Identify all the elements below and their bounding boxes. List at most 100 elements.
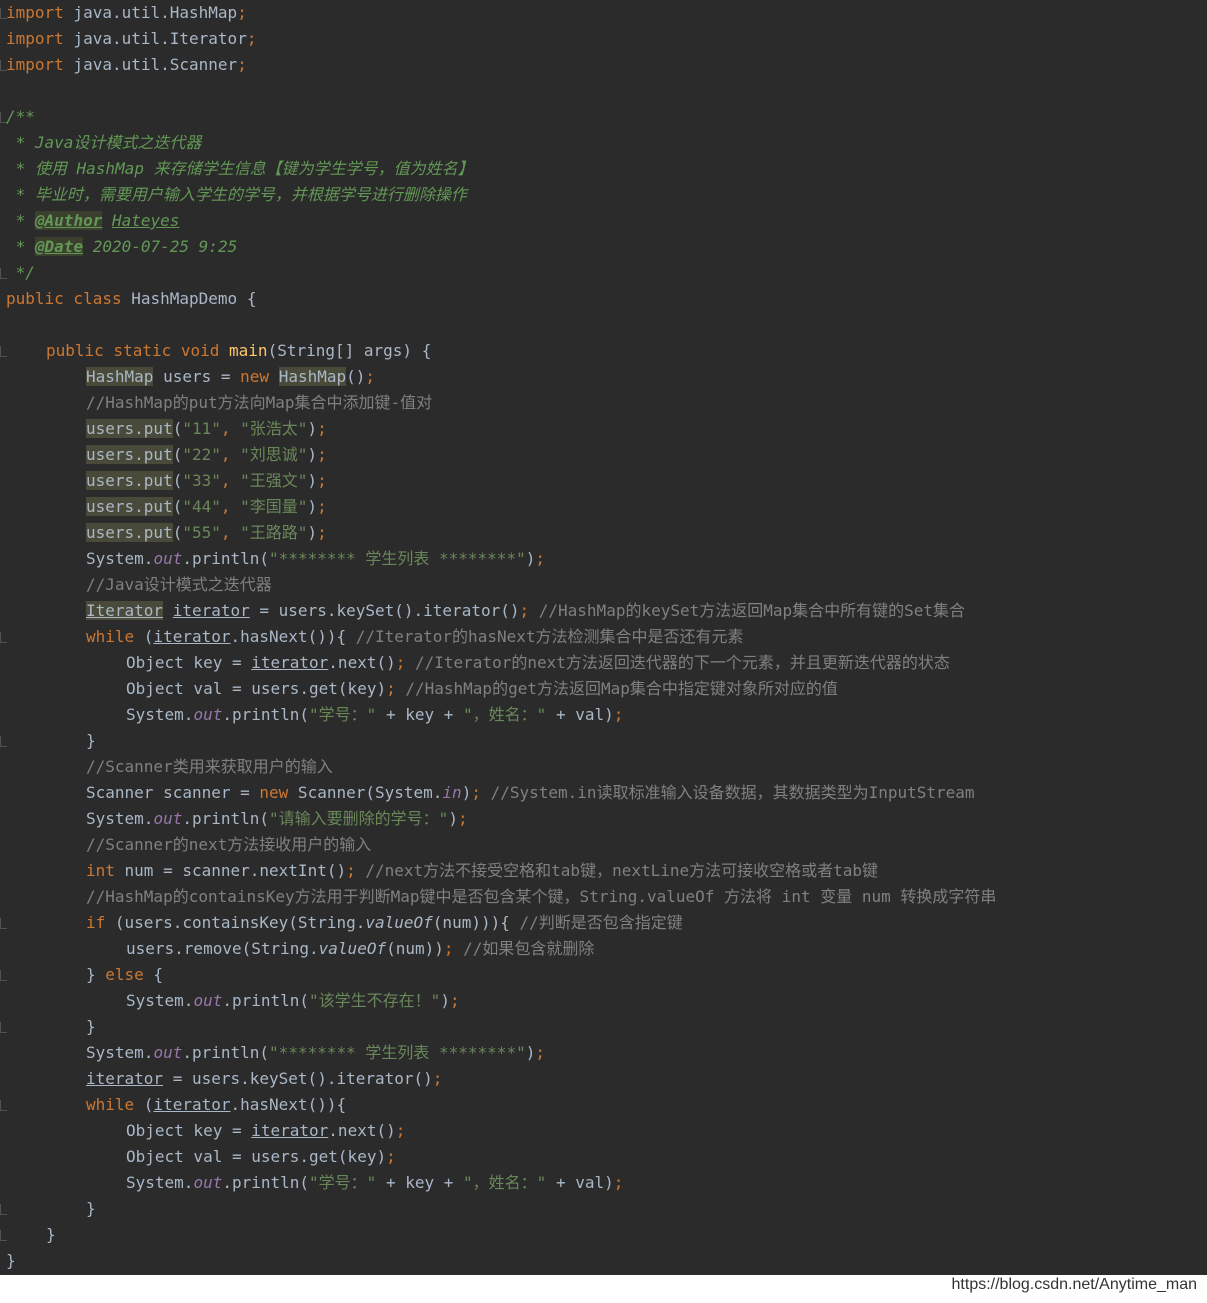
semicolon: ; bbox=[317, 497, 327, 516]
fold-icon[interactable] bbox=[0, 970, 7, 981]
fold-icon[interactable] bbox=[0, 1204, 7, 1215]
import-path: java.util.Iterator bbox=[63, 29, 247, 48]
string-literal: "11" bbox=[182, 419, 221, 438]
code-line: Scanner scanner = new Scanner(System.in)… bbox=[86, 780, 975, 806]
fold-icon[interactable] bbox=[0, 1022, 7, 1033]
code-text: Object key = bbox=[126, 653, 252, 672]
code-text: } bbox=[86, 965, 106, 984]
code-line: users.put("11", "张浩太"); bbox=[86, 419, 327, 438]
fold-icon[interactable] bbox=[0, 736, 7, 747]
semicolon: ; bbox=[346, 861, 356, 880]
code-line: Object val = users.get(key); bbox=[126, 1144, 396, 1170]
string-literal: "王路路" bbox=[240, 523, 308, 542]
doc-comment-line: * 使用 HashMap 来存储学生信息【键为学生学号，值为姓名】 bbox=[6, 159, 474, 178]
paren: ) bbox=[307, 523, 318, 542]
comma: , bbox=[220, 419, 241, 438]
comment-line: //Java设计模式之迭代器 bbox=[86, 575, 272, 594]
doc-date-value: 2020-07-25 9:25 bbox=[83, 237, 238, 256]
doc-comment-line: */ bbox=[6, 263, 35, 282]
fold-icon[interactable] bbox=[0, 918, 7, 929]
code-text: Object val = users.get(key) bbox=[126, 679, 387, 698]
comma: , bbox=[220, 523, 241, 542]
comment-line: //Scanner类用来获取用户的输入 bbox=[86, 757, 333, 776]
code-text: System. bbox=[86, 809, 154, 828]
keyword: new bbox=[240, 367, 270, 386]
fold-icon[interactable] bbox=[0, 1230, 7, 1241]
paren: ) bbox=[440, 991, 450, 1010]
code-text: Scanner scanner = bbox=[86, 783, 260, 802]
code-text: + val) bbox=[546, 1173, 614, 1192]
string-literal: "22" bbox=[182, 445, 221, 464]
code-line: System.out.println("请输入要删除的学号："); bbox=[86, 806, 468, 832]
code-text: ( bbox=[134, 627, 154, 646]
semicolon: ; bbox=[386, 1147, 396, 1166]
import-path: java.util.Scanner bbox=[63, 55, 238, 74]
keyword: import bbox=[6, 3, 64, 22]
string-literal: "******** 学生列表 ********" bbox=[269, 1043, 526, 1062]
call-expr: users.put bbox=[86, 523, 173, 542]
code-line: System.out.println("******** 学生列表 ******… bbox=[86, 546, 545, 572]
code-text: + key + bbox=[376, 1173, 464, 1192]
string-literal: "55" bbox=[182, 523, 221, 542]
code-line: while (iterator.hasNext()){ bbox=[86, 1092, 346, 1118]
string-literal: "学号：" bbox=[309, 705, 377, 724]
type-name: HashMap bbox=[278, 367, 347, 386]
code-editor[interactable]: import java.util.HashMap; import java.ut… bbox=[0, 0, 1207, 1275]
code-line: System.out.println("学号：" + key + "，姓名：" … bbox=[126, 702, 623, 728]
static-field: out bbox=[193, 1173, 223, 1192]
code-line: users.put("44", "李国量"); bbox=[86, 497, 327, 516]
code-text: Scanner(System. bbox=[288, 783, 443, 802]
semicolon: ; bbox=[535, 549, 545, 568]
method-signature: (String[] args) { bbox=[267, 341, 432, 360]
comment: //判断是否包含指定键 bbox=[509, 913, 683, 932]
fold-icon[interactable] bbox=[0, 632, 7, 643]
static-field: out bbox=[153, 809, 183, 828]
comment: //System.in读取标准输入设备数据，其数据类型为InputStream bbox=[480, 783, 975, 802]
static-field: out bbox=[193, 705, 223, 724]
doc-comment-line: * @Author Hateyes bbox=[6, 208, 179, 234]
code-line: } bbox=[6, 1251, 16, 1270]
doc-tag-author: @Author bbox=[34, 211, 103, 230]
semicolon: ; bbox=[519, 601, 530, 620]
call-expr: users.put bbox=[86, 445, 173, 464]
code-line: users.put("55", "王路路"); bbox=[86, 523, 327, 542]
semicolon: ; bbox=[432, 1069, 443, 1088]
code-text: = users.keySet().iterator() bbox=[249, 601, 520, 620]
variable: iterator bbox=[251, 1121, 329, 1140]
semicolon: ; bbox=[449, 991, 460, 1010]
semicolon: ; bbox=[237, 3, 247, 22]
comment: //HashMap的get方法返回Map集合中指定键对象所对应的值 bbox=[395, 679, 838, 698]
semicolon: ; bbox=[395, 653, 406, 672]
code-line: Object val = users.get(key); //HashMap的g… bbox=[126, 676, 838, 702]
keyword: if bbox=[86, 913, 106, 932]
code-line: while (iterator.hasNext()){ //Iterator的h… bbox=[86, 624, 744, 650]
doc-comment-line: * @Date 2020-07-25 9:25 bbox=[6, 234, 237, 260]
semicolon: ; bbox=[365, 367, 376, 386]
static-field: out bbox=[193, 991, 223, 1010]
code-text: ) bbox=[461, 783, 472, 802]
code-text: (users.containsKey(String. bbox=[105, 913, 366, 932]
class-name: HashMapDemo { bbox=[121, 289, 257, 308]
code-line: int num = scanner.nextInt(); //next方法不接受… bbox=[86, 858, 878, 884]
keyword: int bbox=[86, 861, 115, 880]
keyword: while bbox=[86, 627, 135, 646]
comment: //next方法不接受空格和tab键，nextLine方法可接收空格或者tab键 bbox=[355, 861, 879, 880]
comment-line: //HashMap的containsKey方法用于判断Map键中是否包含某个键，… bbox=[86, 887, 997, 906]
code-line: Object key = iterator.next(); //Iterator… bbox=[126, 650, 950, 676]
code-text: System. bbox=[86, 549, 154, 568]
code-text: .println( bbox=[222, 1173, 310, 1192]
code-text: System. bbox=[126, 705, 194, 724]
string-literal: "刘思诚" bbox=[240, 445, 308, 464]
code-line: } bbox=[86, 1199, 96, 1218]
fold-icon[interactable] bbox=[0, 1100, 7, 1111]
fold-icon[interactable] bbox=[0, 346, 7, 357]
semicolon: ; bbox=[535, 1043, 545, 1062]
string-literal: "王强文" bbox=[240, 471, 308, 490]
code-line: System.out.println("学号：" + key + "，姓名：" … bbox=[126, 1170, 623, 1196]
comment: //如果包含就删除 bbox=[453, 939, 595, 958]
code-text: (num)) bbox=[386, 939, 444, 958]
code-text: + key + bbox=[376, 705, 464, 724]
variable: iterator bbox=[86, 1069, 164, 1088]
code-text: Object key = bbox=[126, 1121, 252, 1140]
semicolon: ; bbox=[317, 471, 327, 490]
